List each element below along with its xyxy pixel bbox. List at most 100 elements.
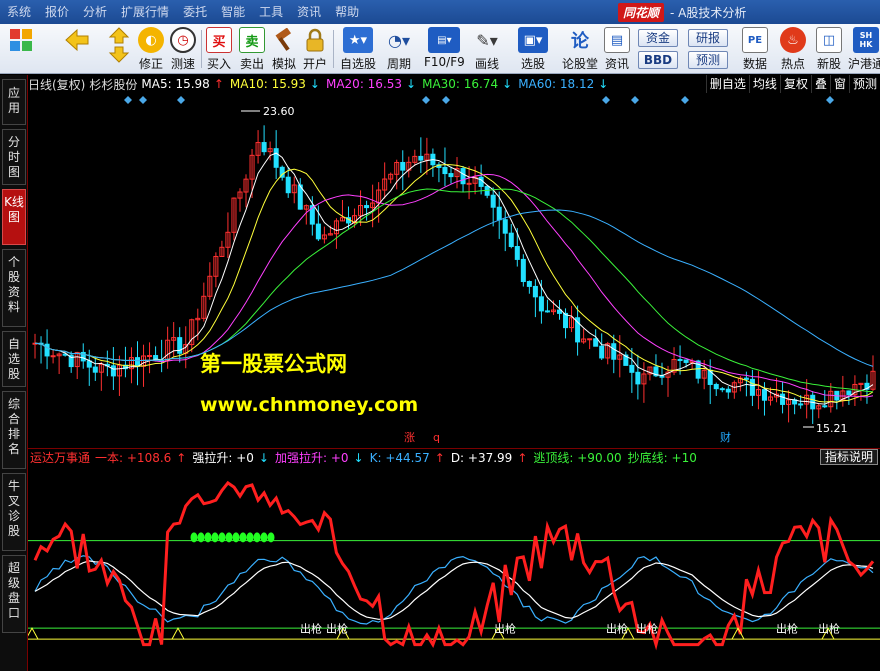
event-marker (681, 96, 689, 104)
app-title: - A股技术分析 (670, 6, 747, 20)
news-button[interactable]: ▤ 资讯 (604, 27, 630, 72)
candle-body (749, 378, 755, 396)
buy-icon: 买 (206, 27, 232, 53)
data-button[interactable]: PE 数据 (742, 27, 768, 72)
watchlist-button[interactable]: ★▾ 自选股 (340, 27, 376, 72)
candle-body (502, 219, 508, 234)
indicator-value-arrow-0: ↑ (176, 450, 187, 465)
candle-body (273, 148, 279, 168)
tab-intraday[interactable]: 分时图 (2, 129, 26, 185)
overlay-button[interactable]: 叠 (810, 75, 830, 93)
tab-order-book[interactable]: 超级盘口 (2, 555, 26, 633)
menu-news[interactable]: 资讯 (290, 0, 328, 24)
pull-up-dot (211, 532, 219, 543)
indicator-value-arrow-1: ↓ (258, 450, 269, 465)
ma-value-arrow-4: ↓ (598, 77, 609, 91)
pull-up-dot (218, 532, 226, 543)
remove-watchlist-button[interactable]: 删自选 (705, 75, 749, 93)
indicator-value-4: D: +37.99 (450, 450, 513, 465)
menu-quote[interactable]: 报价 (38, 0, 76, 24)
forum-icon: 论 (571, 31, 589, 52)
signal-label-0: 出枪 (300, 622, 322, 636)
candle-body (743, 377, 749, 380)
forum-button[interactable]: 论 论股堂 (562, 27, 598, 72)
open-account-button[interactable]: 开户 (302, 27, 328, 72)
draw-line-label: 画线 (474, 57, 499, 71)
candle-body (780, 393, 786, 405)
candle-body (315, 223, 321, 240)
f10-button[interactable]: ▤▾ F10/F9 (424, 27, 465, 72)
simulate-label: 模拟 (271, 57, 296, 71)
sell-icon: 卖 (239, 27, 265, 53)
signal-label-2: 出枪 (494, 622, 516, 636)
candle-body (544, 310, 550, 313)
candle-body (285, 176, 291, 194)
buy-button[interactable]: 买 买入 (206, 27, 232, 72)
data-label: 数据 (742, 57, 767, 71)
f10-label: F10/F9 (424, 55, 465, 69)
tab-diagnosis[interactable]: 牛叉诊股 (2, 473, 26, 551)
candle-body (593, 338, 599, 347)
tab-watchlist[interactable]: 自选股 (2, 331, 26, 387)
tab-ranking[interactable]: 综合排名 (2, 391, 26, 469)
event-marker (602, 96, 610, 104)
fund-button[interactable]: 资金 (638, 29, 678, 47)
open-account-label: 开户 (302, 57, 327, 71)
event-marker (826, 96, 834, 104)
clock-icon: ◔▾ (388, 30, 410, 50)
back-button[interactable] (64, 27, 90, 72)
ipo-button[interactable]: ◫ 新股 (816, 27, 842, 72)
kline-chart[interactable]: 23.60 15.21 第一股票公式网 www.chnmoney.com 涨 q… (28, 93, 880, 448)
candle-body (466, 182, 472, 185)
research-report-button[interactable]: 研报 (688, 29, 728, 47)
tab-stock-info[interactable]: 个股资料 (2, 249, 26, 327)
menu-smart[interactable]: 智能 (214, 0, 252, 24)
forecast-button[interactable]: 预测 (688, 51, 728, 69)
indicator-chart[interactable]: 出枪 出枪 出枪 出枪 出枪 出枪 出枪 (28, 465, 880, 671)
menu-help[interactable]: 帮助 (328, 0, 366, 24)
indicator-values: 一本: +108.6 ↑ 强拉升: +0 ↓ 加强拉升: +0 ↓ K: +44.57 ↑ D:… (95, 449, 703, 466)
speed-button[interactable]: ◷ 测速 (170, 27, 196, 72)
sell-label: 卖出 (239, 57, 264, 71)
pull-up-dot (190, 532, 198, 543)
tab-kline[interactable]: K线图 (2, 189, 26, 245)
event-cai: 财 (720, 430, 731, 444)
signal-label-3: 出枪 (606, 622, 628, 636)
side-tabs: 应用 分时图 K线图 个股资料 自选股 综合排名 牛叉诊股 超级盘口 (0, 75, 28, 671)
menu-order[interactable]: 委托 (176, 0, 214, 24)
draw-line-button[interactable]: ✎▾ 画线 (472, 27, 502, 72)
sell-button[interactable]: 卖 卖出 (239, 27, 265, 72)
candle-body (448, 173, 454, 178)
simulate-button[interactable]: 模拟 (271, 27, 297, 72)
grid-button[interactable] (8, 27, 34, 72)
pull-up-dot (253, 532, 261, 543)
menu-extended-quote[interactable]: 扩展行情 (114, 0, 176, 24)
ma-toggle-button[interactable]: 均线 (748, 75, 780, 93)
candle-body (261, 142, 267, 153)
hk-connect-button[interactable]: SH HK 沪港通 (848, 27, 880, 72)
pull-up-dot (260, 532, 268, 543)
app-brand: 同花顺 - A股技术分析 (618, 3, 746, 22)
candle-body (514, 246, 520, 260)
menu-tools[interactable]: 工具 (252, 0, 290, 24)
tab-apps[interactable]: 应用 (2, 79, 26, 125)
adjust-price-button[interactable]: 复权 (779, 75, 811, 93)
up-down-arrow-icon (106, 27, 132, 63)
up-down-button[interactable] (106, 27, 132, 72)
candle-body (44, 343, 50, 357)
menu-system[interactable]: 系统 (0, 0, 38, 24)
indicator-value-arrow-3: ↑ (434, 450, 445, 465)
bbd-button[interactable]: BBD (638, 51, 678, 69)
stock-select-button[interactable]: ▣▾ 选股 (518, 27, 548, 72)
indicator-help-button[interactable]: 指标说明 (819, 449, 878, 465)
adjust-icon: ◐ (138, 27, 164, 53)
candle-body (599, 345, 605, 359)
grid-icon (8, 27, 34, 53)
predict-button[interactable]: 预测 (848, 75, 880, 93)
period-button[interactable]: ◔▾ 周期 (384, 27, 414, 72)
speed-icon: ◷ (170, 27, 196, 53)
hotspot-button[interactable]: ♨ 热点 (780, 27, 806, 72)
window-button[interactable]: 窗 (829, 75, 849, 93)
menu-analysis[interactable]: 分析 (76, 0, 114, 24)
adjust-button[interactable]: ◐ 修正 (138, 27, 164, 72)
